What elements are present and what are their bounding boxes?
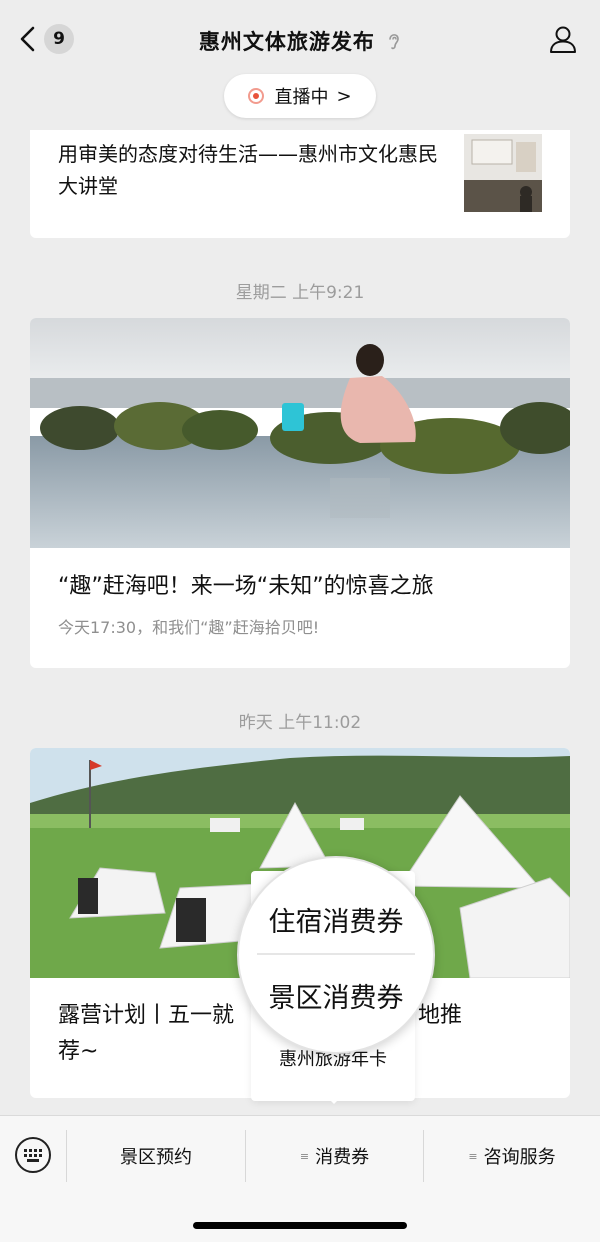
popup-arrow: [326, 1096, 342, 1104]
magnified-item-scenic-coupon: 景区消费券: [268, 983, 404, 1014]
article-card-1[interactable]: 用审美的态度对待生活——惠州市文化惠民大讲堂: [30, 130, 570, 238]
chat-header: 9 惠州文体旅游发布 直播中 >: [0, 0, 600, 130]
live-status-button[interactable]: 直播中 >: [224, 74, 376, 118]
article-card-2[interactable]: “趣”赶海吧！来一场“未知”的惊喜之旅 今天17:30，和我们“趣”赶海拾贝吧!: [30, 318, 570, 668]
menu-item-scenic-booking[interactable]: 景区预约: [67, 1116, 245, 1196]
article-summary: 今天17:30，和我们“趣”赶海拾贝吧!: [58, 618, 320, 637]
magnifier-overlay: 住宿消费券 景区消费券: [237, 856, 435, 1054]
message-timestamp: 星期二 上午9:21: [235, 283, 365, 303]
live-dot-icon: [248, 88, 265, 104]
message-timestamp: 昨天 上午11:02: [238, 713, 362, 733]
submenu-lines-icon: ≡: [299, 1149, 310, 1163]
article-cover-image: [30, 318, 570, 548]
menu-item-label: 景区预约: [120, 1147, 192, 1168]
ear-icon: [387, 31, 401, 56]
live-label: 直播中: [274, 87, 329, 108]
divider: [257, 953, 415, 955]
article-title: 用审美的态度对待生活——惠州市文化惠民大讲堂: [58, 142, 438, 198]
magnified-item-lodging-coupon: 住宿消费券: [268, 907, 404, 938]
keyboard-toggle-button[interactable]: [14, 1136, 52, 1174]
submenu-lines-icon: ≡: [468, 1149, 478, 1163]
article-title-left: 露营计划丨五一就: [58, 1003, 235, 1028]
person-icon: [550, 26, 576, 53]
keyboard-icon: [15, 1137, 51, 1173]
profile-button[interactable]: [548, 24, 578, 58]
menu-item-label: 咨询服务: [483, 1147, 556, 1168]
menu-item-consult-service[interactable]: ≡ 咨询服务: [424, 1116, 600, 1196]
article-thumbnail: [464, 134, 542, 212]
menu-item-coupons[interactable]: ≡ 消费券: [246, 1116, 423, 1196]
article-title-line2: 荐~: [58, 1039, 99, 1064]
account-title-wrap: 惠州文体旅游发布: [0, 26, 600, 56]
home-indicator: [193, 1222, 407, 1229]
menu-item-label: 消费券: [315, 1147, 370, 1168]
article-title: “趣”赶海吧！来一场“未知”的惊喜之旅: [58, 574, 434, 599]
chevron-right-icon: >: [336, 85, 352, 107]
account-title: 惠州文体旅游发布: [198, 30, 375, 54]
